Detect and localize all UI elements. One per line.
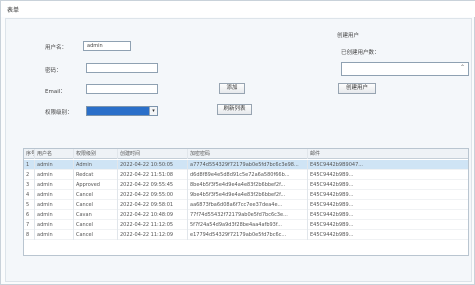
right-panel-caption: 创建用户 — [337, 33, 360, 39]
table-cell: 6 — [24, 210, 35, 220]
right-panel-subcaption: 已创建用户数： — [341, 50, 380, 56]
table-cell: admin — [35, 190, 74, 200]
table-cell: Cancel — [74, 220, 118, 230]
table-cell: e17794d54329f72179ab0e5fd7bc6c... — [188, 230, 308, 240]
app-window: 表单 用户名： admin 密码： Email： 权限级别： ▾ 添加 刷新列表… — [0, 0, 475, 285]
column-header[interactable]: 用户名 — [35, 149, 74, 159]
table-cell: 8 — [24, 230, 35, 240]
table-cell: 3 — [24, 180, 35, 190]
table-cell: 1 — [24, 160, 35, 170]
table-cell: 5f7f24a54d9a9d3f28be4aa4afb93f... — [188, 220, 308, 230]
table-cell: Cancel — [74, 230, 118, 240]
table-cell: Approved — [74, 180, 118, 190]
table-cell: admin — [35, 160, 74, 170]
role-label: 权限级别： — [45, 110, 73, 116]
table-cell: E45C9442b9B9... — [308, 190, 468, 200]
table-cell: 2022-04-22 09:58:01 — [118, 200, 188, 210]
password-field[interactable] — [86, 63, 158, 73]
table-row[interactable]: 8 admin Cancel 2022-04-22 11:12:09 e1779… — [24, 230, 468, 240]
table-cell: E45C9442b9B9... — [308, 210, 468, 220]
table-cell: E45C9442b9B9047... — [308, 160, 468, 170]
table-cell: 2022-04-22 09:55:00 — [118, 190, 188, 200]
add-button[interactable]: 添加 — [219, 83, 245, 94]
chevron-down-icon: ▾ — [149, 107, 157, 115]
table-cell: admin — [35, 170, 74, 180]
table-cell: Redcat — [74, 170, 118, 180]
create-user-button[interactable]: 创建用户 — [338, 83, 376, 94]
table-cell: admin — [35, 220, 74, 230]
user-table[interactable]: 序号 用户名 权限级别 创建时间 加密密码 邮件 1 admin Admin 2… — [23, 148, 469, 256]
table-cell: 8be4b5f3f5e4d9e4a4e83f2b6bbef2f... — [188, 180, 308, 190]
table-cell: Cancel — [74, 190, 118, 200]
table-cell: 9be4b5f3f5e4d9e4a4e83f2b6bbef2f... — [188, 190, 308, 200]
table-cell: 7 — [24, 220, 35, 230]
table-cell: 77f74d55432f72179ab0e5fd7bc6c3e... — [188, 210, 308, 220]
email-label: Email： — [45, 89, 66, 95]
table-cell: Cavan — [74, 210, 118, 220]
table-cell: a7774d554329f72179ab0e5fd7bc6c3e98... — [188, 160, 308, 170]
spin-up-icon[interactable]: ⌃ — [460, 64, 465, 71]
username-field[interactable]: admin — [83, 41, 131, 51]
table-cell: admin — [35, 230, 74, 240]
table-cell: 2022-04-22 11:12:09 — [118, 230, 188, 240]
email-field[interactable] — [86, 84, 158, 94]
table-cell: Admin — [74, 160, 118, 170]
table-cell: 2022-04-22 10:48:09 — [118, 210, 188, 220]
table-row[interactable]: 5 admin Cancel 2022-04-22 09:58:01 aa687… — [24, 200, 468, 210]
table-row[interactable]: 3 admin Approved 2022-04-22 09:55:45 8be… — [24, 180, 468, 190]
username-label: 用户名： — [45, 45, 68, 51]
table-cell: E45C9442b9B9... — [308, 230, 468, 240]
column-header[interactable]: 权限级别 — [74, 149, 118, 159]
title-bar: 表单 — [1, 1, 475, 17]
table-row[interactable]: 4 admin Cancel 2022-04-22 09:55:00 9be4b… — [24, 190, 468, 200]
table-cell: 2022-04-22 10:50:05 — [118, 160, 188, 170]
table-cell: aa6873fba6d08a6f7cc7ee37dea4e... — [188, 200, 308, 210]
window-title: 表单 — [7, 7, 20, 14]
user-count-field[interactable]: ⌃ — [341, 62, 469, 76]
table-row[interactable]: 2 admin Redcat 2022-04-22 11:51:08 d6d8f… — [24, 170, 468, 180]
table-row[interactable]: 1 admin Admin 2022-04-22 10:50:05 a7774d… — [24, 160, 468, 170]
table-row[interactable]: 6 admin Cavan 2022-04-22 10:48:09 77f74d… — [24, 210, 468, 220]
table-cell: Cancel — [74, 200, 118, 210]
column-header[interactable]: 创建时间 — [118, 149, 188, 159]
table-cell: 4 — [24, 190, 35, 200]
role-select[interactable]: ▾ — [86, 106, 158, 116]
table-cell: 2022-04-22 09:55:45 — [118, 180, 188, 190]
column-header[interactable]: 邮件 — [308, 149, 468, 159]
table-cell: 2 — [24, 170, 35, 180]
table-row[interactable]: 7 admin Cancel 2022-04-22 11:12:05 5f7f2… — [24, 220, 468, 230]
table-cell: E45C9442b9B9... — [308, 170, 468, 180]
table-cell: admin — [35, 210, 74, 220]
table-cell: 5 — [24, 200, 35, 210]
column-header[interactable]: 序号 — [24, 149, 35, 159]
table-cell: E45C9442b9B9... — [308, 200, 468, 210]
table-cell: E45C9442b9B9... — [308, 220, 468, 230]
table-cell: admin — [35, 200, 74, 210]
password-label: 密码： — [45, 68, 62, 74]
table-header: 序号 用户名 权限级别 创建时间 加密密码 邮件 — [24, 149, 468, 159]
table-cell: E45C9442b9B9... — [308, 180, 468, 190]
refresh-list-button[interactable]: 刷新列表 — [217, 104, 252, 115]
table-cell: d6d8f89e4e5d8d91c5e72a6a580f66b... — [188, 170, 308, 180]
table-cell: 2022-04-22 11:12:05 — [118, 220, 188, 230]
table-cell: admin — [35, 180, 74, 190]
table-cell: 2022-04-22 11:51:08 — [118, 170, 188, 180]
column-header[interactable]: 加密密码 — [188, 149, 308, 159]
